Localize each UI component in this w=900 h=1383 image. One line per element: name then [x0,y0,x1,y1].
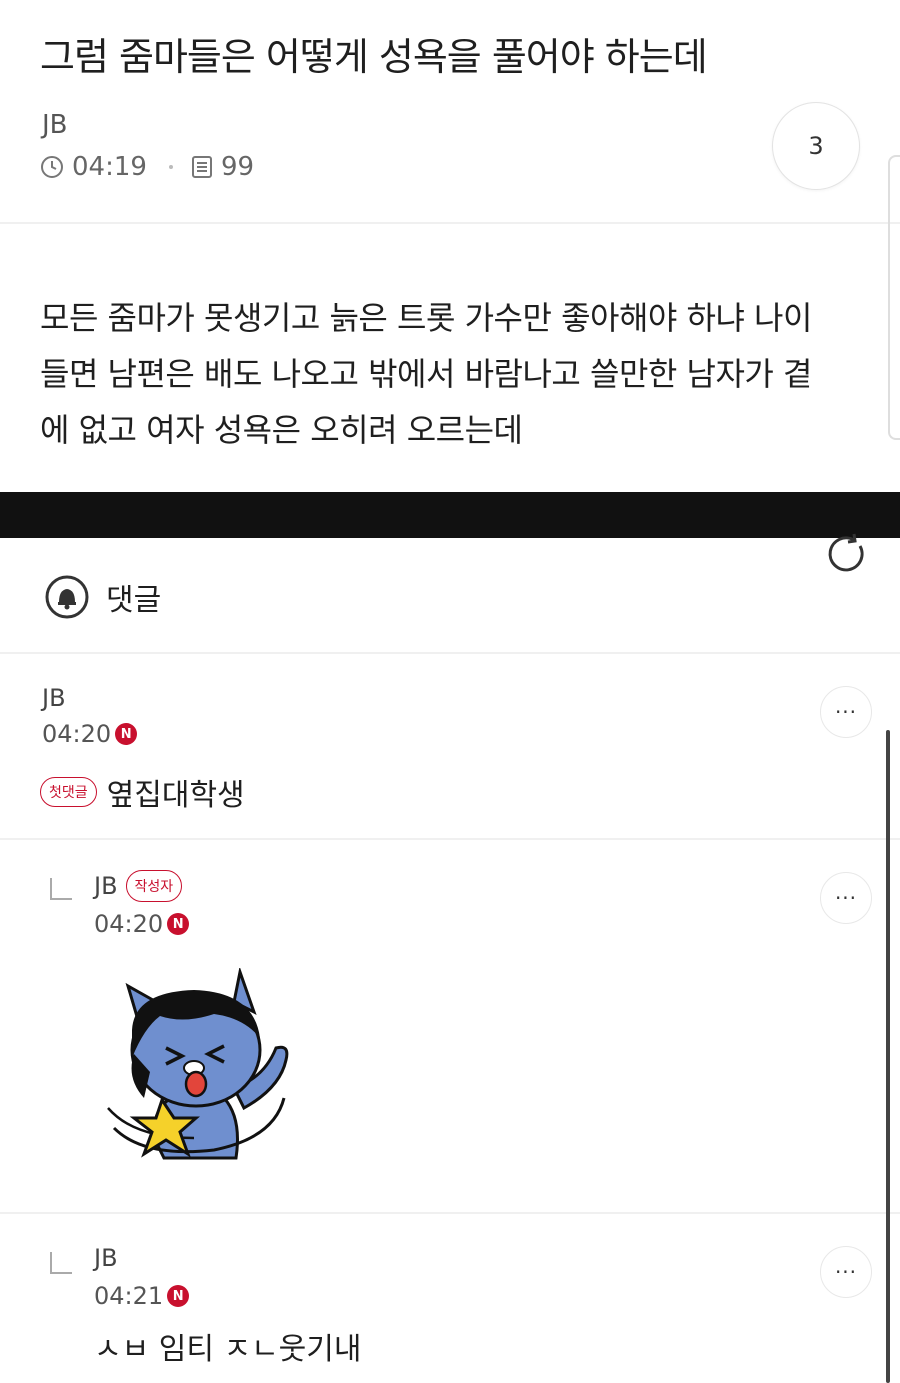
new-badge: N [115,723,138,745]
post-time: 04:19 [72,152,147,182]
post-body-line: 모든 줌마가 못생기고 늙은 트롯 가수만 좋아해야 하냐 나이 [40,299,812,337]
comments-label: 댓글 [106,583,162,618]
post-header: 그럼 줌마들은 어떻게 성욕을 풀어야 하는데 JB 04:19 99 3 [0,0,900,222]
comment-time: 04:21 N [94,1282,190,1310]
post-body-line: 에 없고 여자 성욕은 오히려 오르는데 [40,411,523,449]
views-icon [191,156,212,178]
new-badge: N [167,1285,190,1307]
comment-time-text: 04:20 [42,720,112,748]
comment-text: ㅅㅂ 임티 ㅈㄴ웃기내 [94,1332,362,1367]
comment-time: 04:20 N [94,910,190,938]
comment-count-button[interactable]: 3 [772,102,860,190]
post-body: 모든 줌마가 못생기고 늙은 트롯 가수만 좋아해야 하냐 나이 들면 남편은 … [40,290,870,458]
bell-icon[interactable] [44,574,90,620]
more-options-button[interactable]: ··· [820,686,872,738]
refresh-icon[interactable] [824,532,870,578]
reply-arrow-icon [50,878,72,900]
clock-icon [41,156,63,178]
reply-author-row: JB 작성자 [94,870,183,902]
cat-sticker-icon [107,968,289,1160]
post-body-line: 들면 남편은 배도 나오고 밖에서 바람나고 쓸만한 남자가 곁 [40,355,812,393]
comment-text: 옆집대학생 [106,778,245,813]
post-author[interactable]: JB [42,110,68,140]
post-views: 99 [220,152,255,182]
comment-item: JB 04:21 N ㅅㅂ 임티 ㅈㄴ웃기내 ··· [0,1212,886,1383]
scrollbar[interactable] [886,730,890,1383]
comment-author[interactable]: JB [42,684,66,712]
first-comment-badge: 첫댓글 [40,777,97,807]
more-options-button[interactable]: ··· [820,872,872,924]
comment-author[interactable]: JB [94,872,118,900]
writer-badge: 작성자 [125,870,183,902]
comments-header: 댓글 [44,574,161,620]
comment-time-text: 04:20 [94,910,164,938]
comment-content: 첫댓글 옆집대학생 [40,770,245,814]
black-band [0,492,900,538]
divider [0,222,900,224]
side-panel-edge [888,155,900,440]
post-title: 그럼 줌마들은 어떻게 성욕을 풀어야 하는데 [40,35,708,79]
reply-arrow-icon [50,1252,72,1274]
new-badge: N [167,913,190,935]
comment-time: 04:20 N [42,720,138,748]
comment-author[interactable]: JB [94,1244,118,1272]
more-options-button[interactable]: ··· [820,1246,872,1298]
comment-item: JB 04:20 N 첫댓글 옆집대학생 ··· [0,652,886,838]
comment-item: JB 작성자 04:20 N ··· [0,840,886,1212]
comment-time-text: 04:21 [94,1282,164,1310]
post-meta: 04:19 99 [40,152,254,182]
meta-separator [168,165,173,169]
